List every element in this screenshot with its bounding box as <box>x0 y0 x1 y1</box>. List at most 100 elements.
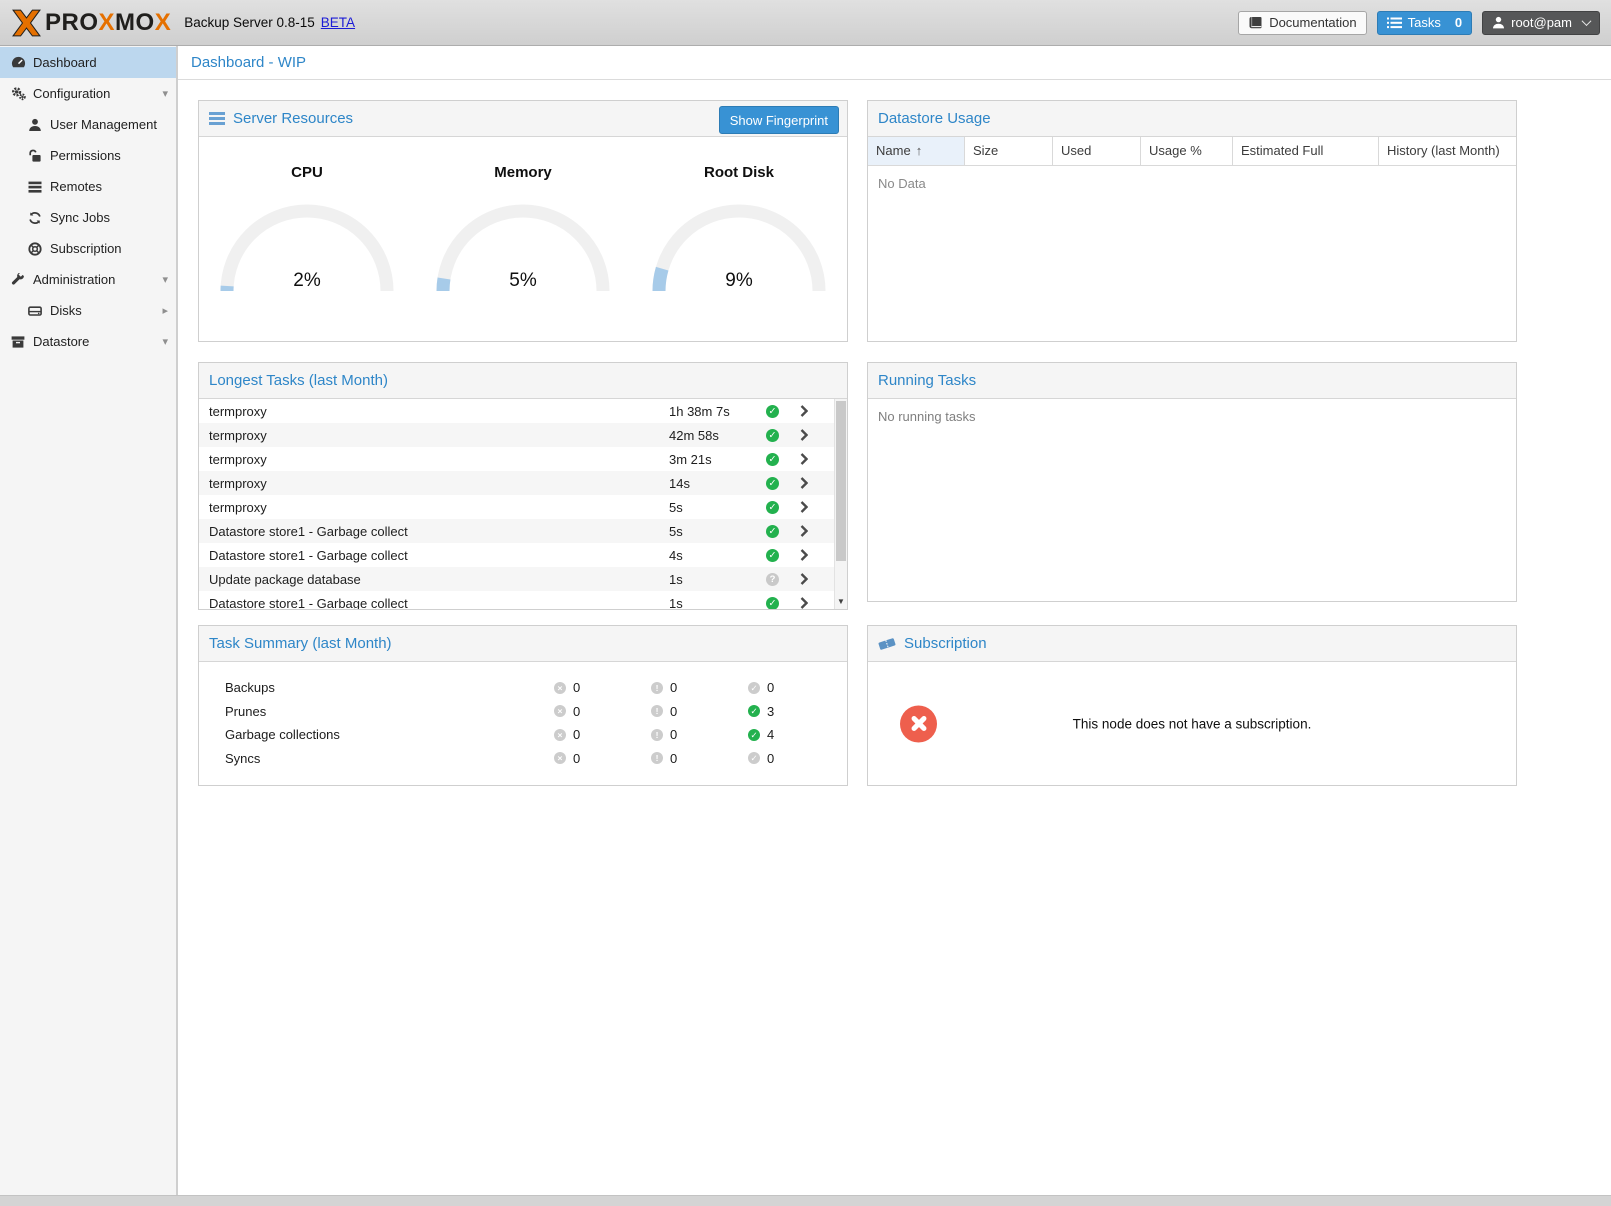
memory-gauge: Memory 5% <box>415 137 631 341</box>
subscription-header: Subscription <box>868 626 1516 662</box>
chevron-down-icon[interactable]: ▾ <box>162 273 168 286</box>
gauge-label: Memory <box>494 164 552 181</box>
task-row[interactable]: Datastore store1 - Garbage collect 1s <box>199 591 847 609</box>
sidebar-item-dashboard[interactable]: Dashboard <box>0 47 176 78</box>
warning-icon <box>651 752 663 764</box>
task-row[interactable]: termproxy 5s <box>199 495 847 519</box>
task-duration: 1s <box>669 572 683 587</box>
chevron-right-icon[interactable] <box>800 573 808 585</box>
column-header-used[interactable]: Used <box>1053 137 1141 165</box>
task-row[interactable]: termproxy 1h 38m 7s <box>199 399 847 423</box>
chevron-right-icon[interactable] <box>800 429 808 441</box>
chevron-right-icon[interactable] <box>800 501 808 513</box>
task-status-icon <box>766 405 779 418</box>
sidebar-item-datastore[interactable]: Datastore ▾ <box>0 326 176 357</box>
sort-ascending-icon: ↑ <box>916 143 923 158</box>
panel-title: Datastore Usage <box>878 110 991 127</box>
book-icon <box>1248 16 1263 30</box>
ok-icon <box>748 682 760 694</box>
longest-tasks-panel: Longest Tasks (last Month) termproxy 1h … <box>198 362 848 610</box>
task-status-icon <box>766 525 779 538</box>
task-status-icon <box>766 573 779 586</box>
top-bar-actions: Documentation Tasks 0 root@pam <box>1238 11 1600 35</box>
warning-icon <box>651 729 663 741</box>
column-header-usage[interactable]: Usage % <box>1141 137 1233 165</box>
sidebar-item-remotes[interactable]: Remotes <box>0 171 176 202</box>
scrollbar-thumb[interactable] <box>836 401 846 561</box>
sidebar-item-configuration[interactable]: Configuration ▾ <box>0 78 176 109</box>
task-status-icon <box>766 429 779 442</box>
error-icon <box>554 752 566 764</box>
chevron-down-icon[interactable]: ▾ <box>162 87 168 100</box>
sidebar-item-label: Disks <box>50 303 82 318</box>
task-row[interactable]: termproxy 14s <box>199 471 847 495</box>
tachometer-icon <box>10 55 26 70</box>
task-row[interactable]: termproxy 3m 21s <box>199 447 847 471</box>
user-menu-button[interactable]: root@pam <box>1482 11 1600 35</box>
sidebar-item-sync-jobs[interactable]: Sync Jobs <box>0 202 176 233</box>
gauge-label: CPU <box>291 164 323 181</box>
chevron-right-icon[interactable] <box>800 405 808 417</box>
task-row[interactable]: termproxy 42m 58s <box>199 423 847 447</box>
ok-count: 0 <box>767 751 774 766</box>
documentation-button[interactable]: Documentation <box>1238 11 1366 35</box>
warning-count: 0 <box>670 704 677 719</box>
sidebar-item-label: Administration <box>33 272 115 287</box>
user-icon <box>1492 16 1505 29</box>
task-duration: 3m 21s <box>669 452 712 467</box>
sidebar-item-label: User Management <box>50 117 157 132</box>
column-header-history[interactable]: History (last Month) <box>1379 137 1516 165</box>
task-duration: 4s <box>669 548 683 563</box>
error-count: 0 <box>573 680 580 695</box>
page-title: Dashboard - WIP <box>178 46 1611 80</box>
task-name: Datastore store1 - Garbage collect <box>209 596 408 610</box>
server-bars-icon <box>209 112 225 125</box>
task-row[interactable]: Datastore store1 - Garbage collect 4s <box>199 543 847 567</box>
task-name: Update package database <box>209 572 361 587</box>
chevron-right-icon[interactable] <box>800 597 808 609</box>
warning-icon <box>651 705 663 717</box>
list-bars-icon <box>27 180 43 194</box>
ok-icon <box>748 705 760 717</box>
column-header-size[interactable]: Size <box>965 137 1053 165</box>
show-fingerprint-button[interactable]: Show Fingerprint <box>719 106 839 134</box>
chevron-down-icon[interactable]: ▾ <box>162 335 168 348</box>
datastore-usage-panel: Datastore Usage Name↑ Size Used Usage % … <box>867 100 1517 342</box>
vertical-scrollbar[interactable]: ▼ <box>834 399 847 609</box>
wrench-icon <box>10 273 26 287</box>
sidebar-item-label: Dashboard <box>33 55 97 70</box>
column-header-estimated-full[interactable]: Estimated Full <box>1233 137 1379 165</box>
chevron-right-icon[interactable] <box>800 453 808 465</box>
error-icon <box>554 682 566 694</box>
task-name: Datastore store1 - Garbage collect <box>209 524 408 539</box>
sidebar-item-administration[interactable]: Administration ▾ <box>0 264 176 295</box>
sidebar-item-disks[interactable]: Disks ▸ <box>0 295 176 326</box>
chevron-right-icon[interactable] <box>800 525 808 537</box>
archive-icon <box>10 335 26 349</box>
sidebar-item-permissions[interactable]: Permissions <box>0 140 176 171</box>
task-row[interactable]: Datastore store1 - Garbage collect 5s <box>199 519 847 543</box>
task-status-icon <box>766 453 779 466</box>
task-status-icon <box>766 597 779 610</box>
task-name: Datastore store1 - Garbage collect <box>209 548 408 563</box>
sidebar-item-subscription[interactable]: Subscription <box>0 233 176 264</box>
user-label: root@pam <box>1511 15 1572 30</box>
bottom-scrollbar-strip[interactable] <box>0 1195 1611 1206</box>
summary-label: Garbage collections <box>225 727 340 742</box>
sidebar-item-user-management[interactable]: User Management <box>0 109 176 140</box>
chevron-right-icon[interactable] <box>800 549 808 561</box>
chevron-right-icon[interactable] <box>800 477 808 489</box>
sidebar-item-label: Datastore <box>33 334 89 349</box>
scrollbar-down-arrow[interactable]: ▼ <box>835 596 847 608</box>
task-row[interactable]: Update package database 1s <box>199 567 847 591</box>
gauge-value: 2% <box>215 270 399 292</box>
task-duration: 5s <box>669 524 683 539</box>
beta-link[interactable]: BETA <box>321 15 355 30</box>
summary-label: Syncs <box>225 751 260 766</box>
chevron-right-icon[interactable]: ▸ <box>162 304 168 317</box>
chevron-down-icon <box>1582 16 1592 26</box>
task-summary-body: Backups 0 0 0 Prunes 0 0 3 Garbage colle… <box>199 662 847 799</box>
column-header-name[interactable]: Name↑ <box>868 137 965 165</box>
tasks-button[interactable]: Tasks 0 <box>1377 11 1472 35</box>
sidebar-item-label: Configuration <box>33 86 110 101</box>
